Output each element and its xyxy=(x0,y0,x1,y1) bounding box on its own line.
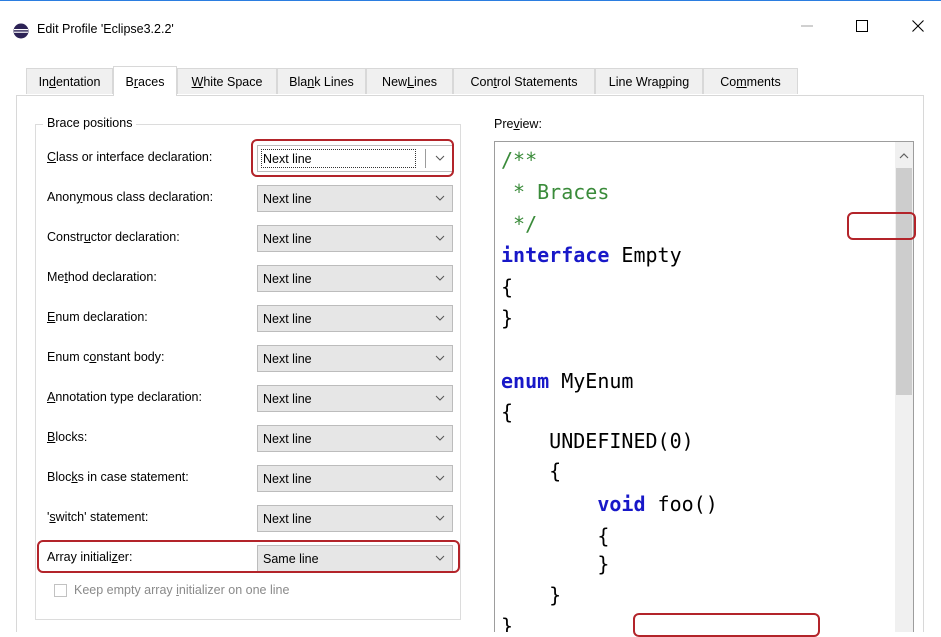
tab-blank-lines[interactable]: Bla n k Lines xyxy=(277,68,366,94)
close-icon xyxy=(912,20,924,32)
tab-mnemonic: m xyxy=(736,74,747,89)
tab-mnemonic: p xyxy=(658,74,666,89)
select-value: Next line xyxy=(263,311,312,326)
blocks-in-case-label: Blocks in case statement: xyxy=(47,470,189,484)
tab-comments[interactable]: Co m ments xyxy=(703,68,798,94)
chevron-down-icon xyxy=(435,195,445,201)
tab-mnemonic: L xyxy=(407,74,415,89)
code-line: UNDEFINED(0) xyxy=(501,429,694,453)
select-value: Next line xyxy=(263,191,312,206)
select-value: Next line xyxy=(263,271,312,286)
maximize-icon xyxy=(856,20,868,32)
anonymous-class-select[interactable]: Next line xyxy=(257,185,453,212)
highlight-class-declaration xyxy=(251,139,454,177)
tab-mnemonic: W xyxy=(191,74,204,89)
code-line: } xyxy=(501,583,562,607)
select-value: Next line xyxy=(263,471,312,486)
highlight-preview-top xyxy=(847,212,916,240)
highlight-array-initializer xyxy=(37,540,460,573)
scroll-up-arrow-icon[interactable] xyxy=(897,150,911,162)
switch-statement-select[interactable]: Next line xyxy=(257,505,453,532)
tab-label: New xyxy=(382,74,408,89)
tab-white-space[interactable]: White Space xyxy=(177,68,277,94)
select-value: Next line xyxy=(263,391,312,406)
tab-label: B xyxy=(125,74,134,89)
code-line: /** xyxy=(501,148,538,172)
keep-empty-array-checkbox[interactable] xyxy=(54,584,67,597)
eclipse-app-icon xyxy=(13,23,29,39)
enum-declaration-label: Enum declaration: xyxy=(47,310,148,324)
switch-statement-label: 'switch' statement: xyxy=(47,510,149,524)
code-line: */ xyxy=(501,212,538,236)
method-declaration-label: Method declaration: xyxy=(47,270,157,284)
chevron-down-icon xyxy=(435,275,445,281)
tab-label: ping xyxy=(665,74,690,89)
group-title: Brace positions xyxy=(43,116,137,130)
blocks-in-case-select[interactable]: Next line xyxy=(257,465,453,492)
tab-label: ines xyxy=(414,74,437,89)
code-line: enum MyEnum xyxy=(501,369,634,393)
code-line: void foo() xyxy=(597,492,718,516)
tab-mnemonic: d xyxy=(49,74,56,89)
code-line: { xyxy=(501,459,562,483)
blocks-label: Blocks: xyxy=(47,430,88,444)
tab-label: ments xyxy=(746,74,781,89)
anonymous-class-label: Anonymous class declaration: xyxy=(47,190,214,204)
tab-label: Line Wra xyxy=(608,74,659,89)
tab-label: hite Space xyxy=(203,74,263,89)
tab-indentation[interactable]: In d entation xyxy=(26,68,113,94)
code-line: } xyxy=(501,614,514,632)
annotation-type-select[interactable]: Next line xyxy=(257,385,453,412)
chevron-down-icon xyxy=(435,315,445,321)
chevron-down-icon xyxy=(435,515,445,521)
tab-label: In xyxy=(38,74,49,89)
chevron-down-icon xyxy=(435,475,445,481)
tab-label: entation xyxy=(55,74,101,89)
tab-control-statements[interactable]: Con t rol Statements xyxy=(453,68,595,94)
enum-constant-body-label: Enum constant body: xyxy=(47,350,165,364)
scrollbar-thumb[interactable] xyxy=(896,168,912,395)
enum-constant-body-select[interactable]: Next line xyxy=(257,345,453,372)
chevron-down-icon xyxy=(435,235,445,241)
tab-mnemonic: n xyxy=(307,74,315,89)
code-line: interface Empty xyxy=(501,243,682,267)
close-button[interactable] xyxy=(895,10,941,42)
tab-label: aces xyxy=(138,74,165,89)
constructor-declaration-label: Constructor declaration: xyxy=(47,230,180,244)
select-value: Next line xyxy=(263,511,312,526)
chevron-down-icon xyxy=(435,395,445,401)
tab-new-lines[interactable]: New Lines xyxy=(366,68,453,94)
chevron-down-icon xyxy=(435,435,445,441)
window-title: Edit Profile 'Eclipse3.2.2' xyxy=(37,22,174,36)
code-line: { xyxy=(501,524,610,548)
tab-label: Co xyxy=(720,74,737,89)
keep-empty-array-label: Keep empty array initializer on one line xyxy=(74,583,290,597)
code-line: { xyxy=(501,400,514,424)
method-declaration-select[interactable]: Next line xyxy=(257,265,453,292)
tab-braces[interactable]: Br aces xyxy=(113,66,177,96)
select-value: Next line xyxy=(263,431,312,446)
code-line: * Braces xyxy=(501,180,610,204)
code-line: } xyxy=(501,306,514,330)
select-value: Next line xyxy=(263,231,312,246)
tab-label: rol Statements xyxy=(496,74,578,89)
minimize-icon xyxy=(801,25,813,27)
select-value: Next line xyxy=(263,351,312,366)
annotation-type-label: Annotation type declaration: xyxy=(47,390,202,404)
tab-line-wrapping[interactable]: Line Wra p ping xyxy=(595,68,703,94)
chevron-down-icon xyxy=(435,355,445,361)
tab-label: Bla xyxy=(289,74,308,89)
preview-label: Preview: xyxy=(494,117,542,131)
tab-label: k Lines xyxy=(314,74,354,89)
minimize-button[interactable] xyxy=(784,10,830,42)
tab-label: Con xyxy=(470,74,494,89)
blocks-select[interactable]: Next line xyxy=(257,425,453,452)
highlight-preview-bottom xyxy=(633,613,820,637)
enum-declaration-select[interactable]: Next line xyxy=(257,305,453,332)
constructor-declaration-select[interactable]: Next line xyxy=(257,225,453,252)
class-declaration-label: Class or interface declaration: xyxy=(47,150,213,164)
code-line: } xyxy=(501,552,610,576)
maximize-button[interactable] xyxy=(839,10,885,42)
code-line: { xyxy=(501,275,514,299)
